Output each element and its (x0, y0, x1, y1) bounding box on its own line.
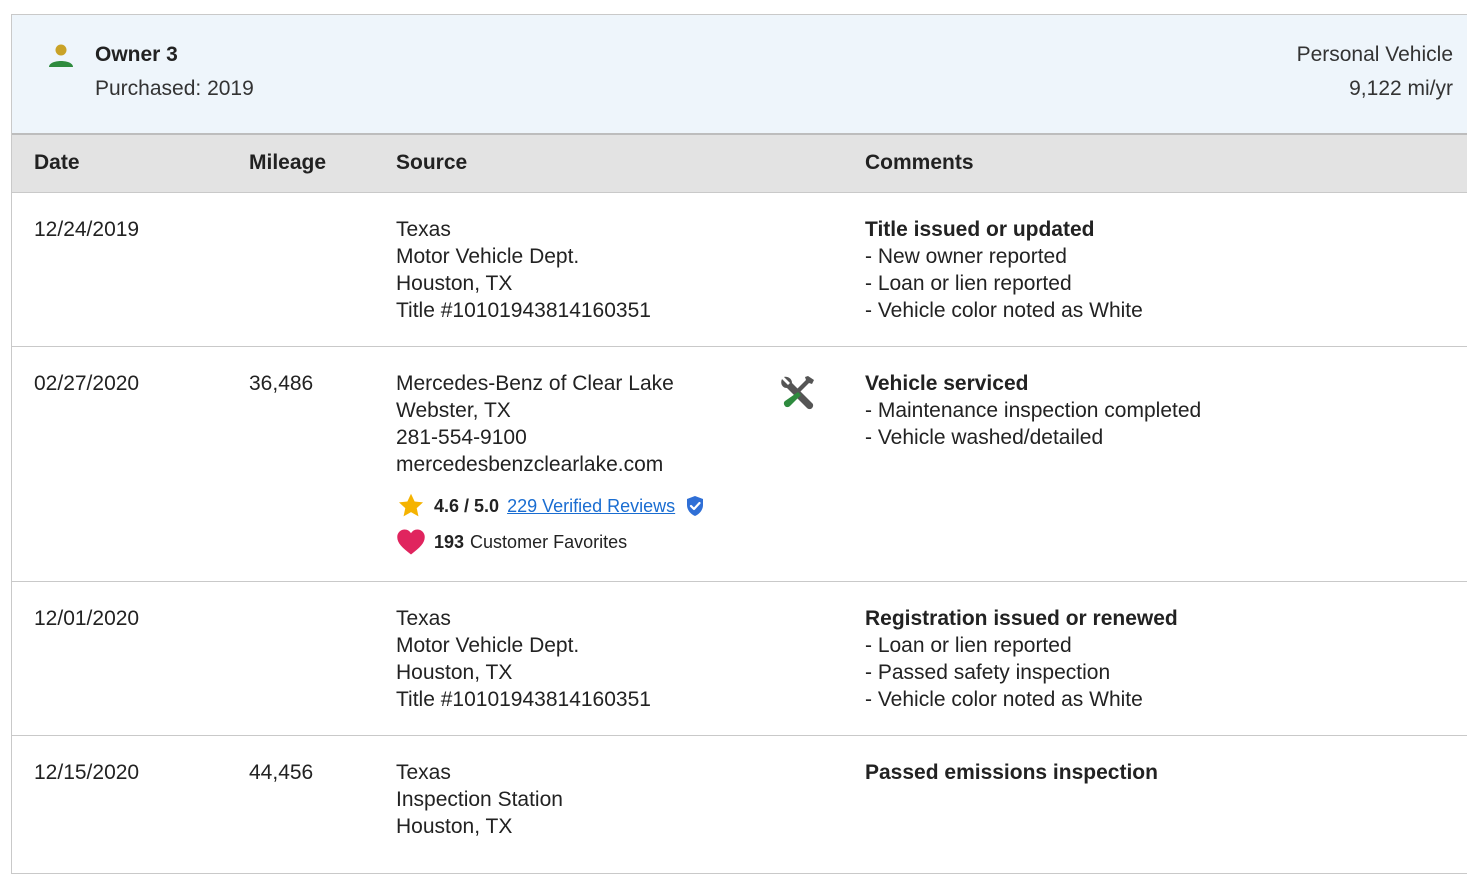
comment-item: Loan or lien reported (865, 270, 1143, 297)
comment-item: Vehicle washed/detailed (865, 424, 1201, 451)
verified-shield-icon (687, 496, 704, 516)
rating-line: 4.6 / 5.0 229 Verified Reviews (396, 492, 705, 520)
vehicle-type: Personal Vehicle (1296, 43, 1453, 66)
owner-name: Owner 3 (95, 43, 178, 66)
source-line: Mercedes-Benz of Clear Lake (396, 372, 674, 395)
owner-history-card: Owner 3 Purchased: 2019 Personal Vehicle… (11, 14, 1467, 874)
source-line: Texas (396, 761, 451, 784)
source-line: Webster, TX (396, 399, 511, 422)
comment-item: Maintenance inspection completed (865, 397, 1201, 424)
source-line: Texas (396, 218, 451, 241)
record-comments: Registration issued or renewed Loan or l… (865, 605, 1178, 713)
record-date: 02/27/2020 (34, 372, 140, 395)
source-line: mercedesbenzclearlake.com (396, 453, 664, 476)
source-line: Houston, TX (396, 815, 513, 838)
table-row: 12/15/2020 44,456 Texas Inspection Stati… (12, 736, 1467, 876)
table-header: Date Mileage Source Comments (12, 135, 1467, 193)
verified-reviews-link[interactable]: 229 Verified Reviews (507, 493, 675, 520)
wrench-screwdriver-icon (781, 376, 814, 410)
source-line: Motor Vehicle Dept. (396, 245, 580, 268)
record-date: 12/01/2020 (34, 607, 140, 630)
record-date: 12/15/2020 (34, 761, 140, 784)
table-row: 02/27/2020 36,486 Mercedes-Benz of Clear… (12, 347, 1467, 582)
owner-header: Owner 3 Purchased: 2019 Personal Vehicle… (12, 15, 1467, 135)
table-row: 12/01/2020 Texas Motor Vehicle Dept. Hou… (12, 582, 1467, 736)
comment-title: Vehicle serviced (865, 372, 1029, 395)
favorites-line: 193 Customer Favorites (396, 528, 705, 556)
record-mileage: 44,456 (249, 761, 314, 784)
table-row: 12/24/2019 Texas Motor Vehicle Dept. Hou… (12, 193, 1467, 347)
column-header-mileage: Mileage (249, 151, 327, 174)
record-source: Texas Motor Vehicle Dept. Houston, TX Ti… (396, 216, 651, 324)
record-source: Texas Motor Vehicle Dept. Houston, TX Ti… (396, 605, 651, 713)
favorites-count: 193 (434, 531, 465, 552)
comment-title: Registration issued or renewed (865, 607, 1178, 630)
record-comments: Vehicle serviced Maintenance inspection … (865, 370, 1201, 451)
source-line: Inspection Station (396, 788, 563, 811)
source-line: Title #10101943814160351 (396, 688, 651, 711)
miles-per-year: 9,122 mi/yr (1349, 77, 1453, 100)
star-icon (398, 493, 424, 517)
column-header-source: Source (396, 151, 468, 174)
rating-value: 4.6 / 5.0 (434, 495, 500, 516)
comment-title: Passed emissions inspection (865, 761, 1158, 784)
record-source: Mercedes-Benz of Clear Lake Webster, TX … (396, 370, 705, 556)
column-header-comments: Comments (865, 151, 974, 174)
comment-item: Vehicle color noted as White (865, 686, 1178, 713)
column-header-date: Date (34, 151, 80, 174)
record-source: Texas Inspection Station Houston, TX (396, 759, 563, 840)
source-line: Motor Vehicle Dept. (396, 634, 580, 657)
record-mileage: 36,486 (249, 372, 314, 395)
source-line: Houston, TX (396, 272, 513, 295)
source-line: Texas (396, 607, 451, 630)
record-date: 12/24/2019 (34, 218, 140, 241)
source-line: Houston, TX (396, 661, 513, 684)
source-line: Title #10101943814160351 (396, 299, 651, 322)
source-line: 281-554-9100 (396, 426, 527, 449)
favorites-label: Customer Favorites (470, 531, 628, 552)
heart-icon (397, 529, 425, 555)
comment-item: Vehicle color noted as White (865, 297, 1143, 324)
record-comments: Passed emissions inspection (865, 759, 1158, 786)
comment-item: New owner reported (865, 243, 1143, 270)
owner-purchased: Purchased: 2019 (95, 77, 254, 100)
record-comments: Title issued or updated New owner report… (865, 216, 1143, 324)
comment-item: Passed safety inspection (865, 659, 1178, 686)
comment-title: Title issued or updated (865, 218, 1095, 241)
comment-item: Loan or lien reported (865, 632, 1178, 659)
person-icon (49, 44, 73, 67)
